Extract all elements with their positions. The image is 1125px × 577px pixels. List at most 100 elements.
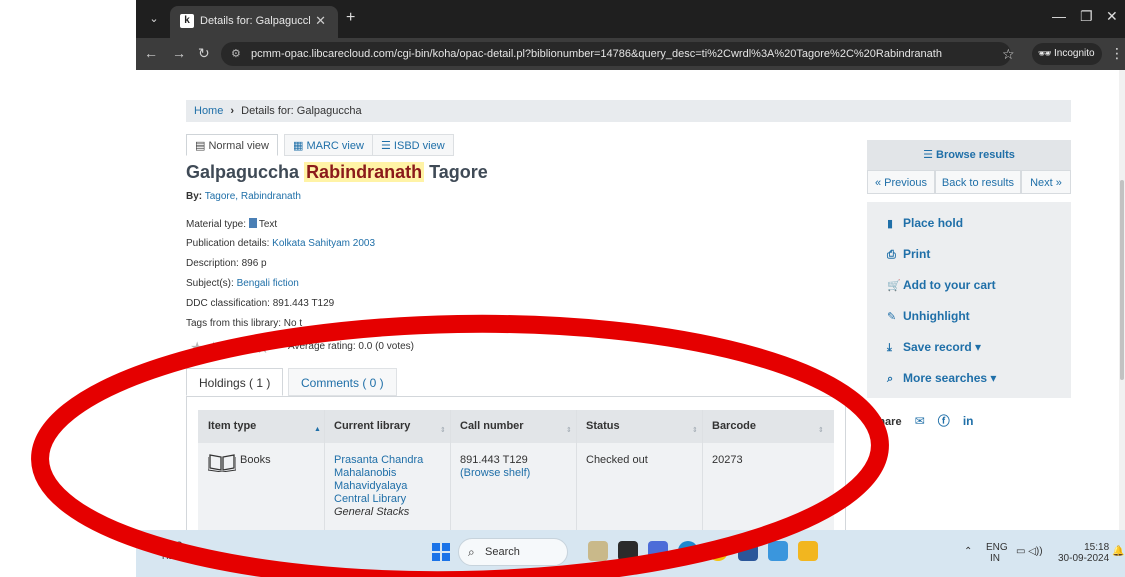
taskbar: 25°C Haze ⌕ Search ⌃ ENG IN ▭ ◁)) 15:18 …	[136, 530, 1125, 577]
copilot-icon[interactable]	[588, 541, 608, 561]
sort-icon[interactable]: ⇕	[692, 426, 698, 434]
clock[interactable]: 15:18 30-09-2024	[1058, 542, 1109, 564]
table-row: Books Prasanta Chandra Mahalanobis Mahav…	[198, 443, 834, 543]
edge-icon[interactable]	[678, 541, 698, 561]
subject-link[interactable]: Bengali fiction	[237, 278, 299, 289]
window-close-icon[interactable]: ✕	[1106, 8, 1118, 25]
weather-condition: Haze	[162, 551, 184, 561]
tab-normal-view[interactable]: ▤ Normal view	[186, 134, 278, 156]
word-icon[interactable]	[738, 541, 758, 561]
chat-icon[interactable]	[648, 541, 668, 561]
scrollbar-thumb[interactable]	[1120, 180, 1124, 380]
email-icon[interactable]: ✉	[915, 414, 925, 428]
material-type-row: Material type: Text	[186, 218, 277, 230]
rating-stars[interactable]: ★★★★★	[190, 338, 272, 358]
col-current-library[interactable]: Current library	[334, 420, 410, 432]
cell-barcode: 20273	[712, 454, 743, 466]
forward-arrow-icon[interactable]: →	[172, 45, 186, 61]
unhighlight-button[interactable]: ✎ Unhighlight	[887, 309, 970, 323]
tab-marc-view[interactable]: ▦ MARC view	[284, 134, 373, 156]
tab-close-icon[interactable]: ✕	[315, 13, 326, 29]
more-searches-label: More searches ▾	[903, 371, 997, 385]
back-arrow-icon[interactable]: ←	[144, 45, 158, 61]
restore-icon[interactable]: ❐	[1080, 8, 1093, 25]
cell-status: Checked out	[586, 454, 648, 466]
tab-isbd-view[interactable]: ☰ ISBD view	[372, 134, 454, 156]
browser-menu-icon[interactable]: ⋮	[1110, 45, 1124, 62]
sort-icon[interactable]: ⇕	[440, 426, 446, 434]
task-view-icon[interactable]	[618, 541, 638, 561]
ddc-row: DDC classification: 891.443 T129	[186, 298, 334, 309]
incognito-icon: 🕶	[1038, 48, 1052, 60]
opac-page: Home › Details for: Galpaguccha ▤ Normal…	[136, 70, 1125, 543]
language-indicator[interactable]: ENG IN	[986, 542, 1008, 564]
windows-start-icon[interactable]	[432, 543, 450, 561]
facebook-icon[interactable]: ⓕ	[938, 414, 950, 428]
back-to-results-button[interactable]: Back to results	[935, 170, 1021, 194]
tab-normal-view-label: Normal view	[208, 140, 269, 152]
file-explorer-icon[interactable]	[798, 541, 818, 561]
library-line[interactable]: Prasanta Chandra	[334, 454, 423, 467]
reload-icon[interactable]: ↻	[198, 45, 210, 62]
browse-shelf-link[interactable]: (Browse shelf)	[460, 467, 530, 480]
address-bar: ← → ↻ ⚙ pcmm-opac.libcarecloud.com/cgi-b…	[136, 38, 1125, 70]
table-header: Item type ▲ Current library ⇕ Call numbe…	[198, 410, 834, 443]
download-icon: ⤓	[887, 342, 892, 354]
breadcrumb-home-link[interactable]: Home	[194, 105, 223, 117]
subjects-row: Subject(s): Bengali fiction	[186, 278, 299, 289]
share-label: Share	[871, 416, 902, 428]
save-record-button[interactable]: ⤓ Save record ▾	[887, 340, 981, 355]
list-icon: ▦	[293, 140, 307, 152]
minimize-icon[interactable]: —	[1052, 8, 1066, 24]
url-input[interactable]: ⚙ pcmm-opac.libcarecloud.com/cgi-bin/koh…	[221, 42, 1011, 66]
search-icon: ⌕	[887, 373, 894, 385]
more-searches-button[interactable]: ⌕ More searches ▾	[887, 371, 996, 386]
tab-search-chevron-icon[interactable]: ⌄	[144, 9, 164, 29]
library-line[interactable]: Central Library	[334, 493, 423, 506]
library-line[interactable]: Mahavidyalaya	[334, 480, 423, 493]
linkedin-icon[interactable]: in	[963, 414, 974, 428]
col-call-number[interactable]: Call number	[460, 420, 524, 432]
lang-region: IN	[990, 553, 1000, 564]
col-item-type[interactable]: Item type	[208, 420, 256, 432]
print-button[interactable]: ⎙ Print	[887, 247, 930, 262]
next-button[interactable]: Next »	[1021, 170, 1071, 194]
breadcrumb-separator: ›	[230, 105, 235, 117]
notepad-icon[interactable]	[768, 541, 788, 561]
network-speaker-icon[interactable]: ▭ ◁))	[1016, 546, 1043, 557]
cell-call-number: 891.443 T129 (Browse shelf)	[460, 454, 530, 480]
browse-results-header[interactable]: ☰ Browse results	[867, 140, 1071, 170]
tab-holdings[interactable]: Holdings ( 1 )	[186, 368, 284, 396]
taskbar-search[interactable]: ⌕ Search	[458, 538, 568, 566]
browser-tab[interactable]: k Details for: Galpaguccha › Prasa ✕	[170, 6, 338, 38]
document-icon: ▤	[195, 140, 209, 152]
browse-results-label: Browse results	[936, 149, 1015, 161]
sort-icon[interactable]: ⇕	[818, 426, 824, 434]
tab-bar: ⌄ k Details for: Galpaguccha › Prasa ✕ +…	[136, 0, 1125, 38]
notification-bell-icon[interactable]: 🔔	[1112, 546, 1124, 557]
sort-asc-icon[interactable]: ▲	[314, 426, 321, 433]
weather-widget[interactable]: 25°C Haze	[144, 540, 183, 562]
clock-date: 30-09-2024	[1058, 553, 1110, 564]
url-text: pcmm-opac.libcarecloud.com/cgi-bin/koha/…	[251, 48, 942, 60]
breadcrumb: Home › Details for: Galpaguccha	[186, 100, 1071, 122]
incognito-badge[interactable]: 🕶 Incognito	[1032, 43, 1102, 65]
place-hold-button[interactable]: ▮ Place hold	[887, 216, 963, 230]
chrome-icon[interactable]	[708, 541, 728, 561]
col-status[interactable]: Status	[586, 420, 620, 432]
column-divider	[576, 410, 577, 543]
author-link[interactable]: Tagore, Rabindranath	[205, 191, 301, 202]
col-barcode[interactable]: Barcode	[712, 420, 756, 432]
new-tab-plus-icon[interactable]: +	[346, 9, 355, 27]
column-divider	[702, 410, 703, 543]
previous-button[interactable]: « Previous	[867, 170, 935, 194]
library-line[interactable]: Mahalanobis	[334, 467, 423, 480]
add-to-cart-button[interactable]: 🛒 Add to your cart	[887, 278, 996, 292]
publication-link[interactable]: Kolkata Sahityam 2003	[272, 238, 375, 249]
search-icon: ⌕	[468, 545, 475, 559]
tray-chevron-icon[interactable]: ⌃	[964, 546, 972, 557]
tab-comments[interactable]: Comments ( 0 )	[288, 368, 397, 396]
bookmark-star-icon[interactable]: ☆	[1002, 46, 1015, 63]
site-info-icon[interactable]: ⚙	[231, 42, 241, 66]
sort-icon[interactable]: ⇕	[566, 426, 572, 434]
